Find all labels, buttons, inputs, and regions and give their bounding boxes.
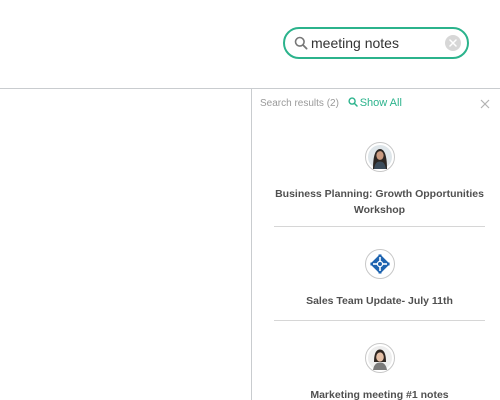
clear-search-button[interactable] (445, 35, 461, 51)
search-icon (294, 36, 308, 50)
result-divider (274, 320, 485, 321)
result-title: Business Planning: Growth Opportunities … (275, 188, 484, 216)
result-item[interactable]: Sales Team Update- July 11th (274, 249, 485, 309)
result-title: Sales Team Update- July 11th (306, 295, 453, 307)
result-divider (274, 226, 485, 227)
search-icon (348, 97, 358, 107)
search-box[interactable] (283, 27, 469, 59)
person-avatar-image (367, 145, 392, 169)
top-header (0, 0, 500, 89)
show-all-link[interactable]: Show All (348, 97, 402, 109)
team-logo-avatar (364, 249, 395, 279)
person-avatar (364, 343, 395, 373)
result-title: Marketing meeting #1 notes (310, 389, 449, 400)
team-logo-image (367, 252, 392, 276)
result-item[interactable]: Business Planning: Growth Opportunities … (274, 142, 485, 218)
search-input[interactable] (311, 32, 441, 54)
results-header: Search results (2) Show All (260, 97, 402, 111)
search-results-panel: Search results (2) Show All Business Pla… (251, 89, 500, 400)
main-content-area (0, 89, 251, 400)
close-icon[interactable] (480, 99, 490, 109)
app-window: Search results (2) Show All (0, 0, 500, 400)
person-avatar-image (367, 346, 392, 370)
person-avatar (364, 142, 395, 172)
clear-icon (449, 39, 457, 47)
result-item[interactable]: Marketing meeting #1 notes (274, 343, 485, 400)
show-all-label: Show All (359, 97, 402, 109)
results-count-label: Search results (2) (260, 97, 339, 109)
